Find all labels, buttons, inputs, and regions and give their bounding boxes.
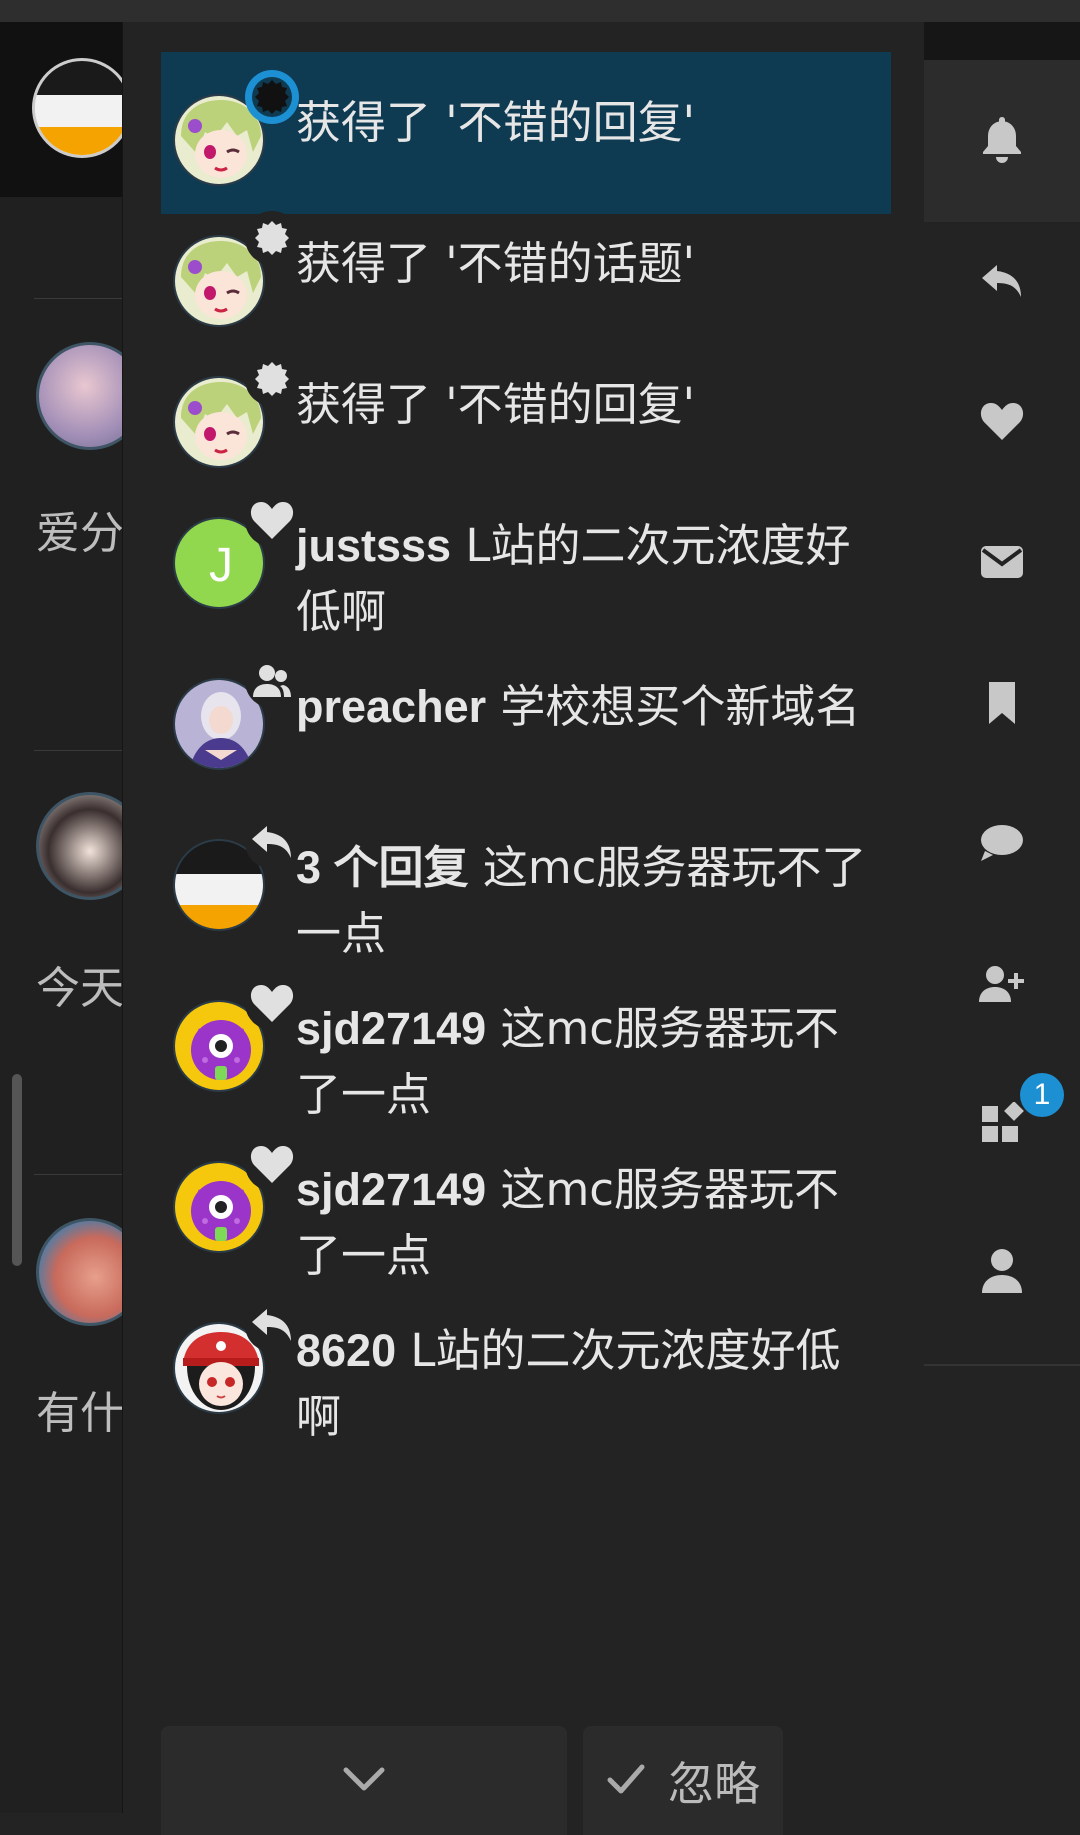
- divider: [34, 298, 122, 299]
- notification-text: sjd27149 这mc服务器玩不了一点: [296, 1157, 876, 1289]
- notification-title: 学校想买个新域名: [500, 680, 861, 733]
- notification-text: justsss L站的二次元浓度好低啊: [296, 513, 876, 645]
- reply-icon: [245, 1298, 299, 1352]
- notification-user: sjd27149: [296, 1164, 487, 1215]
- check-icon: [606, 1762, 646, 1800]
- badge-certificate-icon: [245, 352, 299, 406]
- bookmark-icon: [985, 680, 1019, 730]
- topic-snippet[interactable]: 爱分: [36, 497, 122, 561]
- user-icon: [980, 1248, 1024, 1298]
- notification-user: justsss: [296, 520, 452, 571]
- notification-item[interactable]: sjd27149 这mc服务器玩不了一点: [161, 1119, 891, 1282]
- heart-icon: [979, 400, 1025, 446]
- rail-user-plus-tab[interactable]: [924, 905, 1080, 1067]
- rail-reply-tab[interactable]: [924, 202, 1080, 364]
- avatar-wrapper: [173, 815, 299, 931]
- heart-icon: [245, 1137, 299, 1191]
- rail-heart-tab[interactable]: [924, 342, 1080, 504]
- dismiss-button[interactable]: 忽略: [583, 1726, 783, 1835]
- notification-title: 获得了 '不错的回复': [296, 378, 696, 431]
- rail-bell-tab[interactable]: [924, 60, 1080, 222]
- badge-certificate-icon: [245, 211, 299, 265]
- notification-text: sjd27149 这mc服务器玩不了一点: [296, 996, 876, 1128]
- rail-widgets-tab[interactable]: 1: [924, 1045, 1080, 1207]
- notification-title: 获得了 '不错的话题': [296, 237, 696, 290]
- notification-type-rail: 1: [924, 22, 1080, 1813]
- widgets-icon: [980, 1101, 1024, 1150]
- notification-item[interactable]: 获得了 '不错的回复': [161, 52, 891, 214]
- notification-text: 3 个回复 这mc服务器玩不了一点: [296, 835, 876, 967]
- avatar[interactable]: [36, 342, 122, 450]
- rail-header: [924, 22, 1080, 60]
- dismiss-label: 忽略: [668, 1756, 760, 1811]
- topic-snippet[interactable]: 有什: [36, 1377, 122, 1441]
- scrollbar[interactable]: [12, 1074, 22, 1266]
- notification-text: 8620 L站的二次元浓度好低啊: [296, 1318, 876, 1450]
- reply-icon: [245, 815, 299, 869]
- heart-icon: [245, 493, 299, 547]
- rail-envelope-tab[interactable]: [924, 483, 1080, 645]
- notification-user: 3 个回复: [296, 842, 469, 893]
- notification-item[interactable]: preacher 学校想买个新域名: [161, 636, 891, 798]
- notification-user: sjd27149: [296, 1003, 487, 1054]
- divider: [924, 1364, 1080, 1366]
- notification-user: preacher: [296, 681, 487, 732]
- avatar-wrapper: [173, 1298, 299, 1414]
- notification-text: 获得了 '不错的话题': [296, 231, 876, 297]
- topic-snippet[interactable]: 今天: [36, 952, 122, 1016]
- avatar-wrapper: [173, 976, 299, 1092]
- heart-icon: [245, 976, 299, 1030]
- badge-certificate-icon: [245, 70, 299, 124]
- avatar-wrapper: [173, 70, 299, 186]
- bell-icon: [980, 115, 1024, 167]
- comment-icon: [979, 823, 1025, 867]
- notification-item[interactable]: 3 个回复 这mc服务器玩不了一点: [161, 797, 891, 960]
- notification-item[interactable]: 获得了 '不错的回复': [161, 334, 891, 496]
- notification-item[interactable]: 8620 L站的二次元浓度好低啊: [161, 1280, 891, 1443]
- users-icon: [245, 654, 299, 708]
- notification-item[interactable]: sjd27149 这mc服务器玩不了一点: [161, 958, 891, 1121]
- notification-panel: 获得了 '不错的回复' 获得了 '不错的话题' 获得了 '不错的回复' Jjustss…: [122, 22, 926, 1835]
- avatar-wrapper: [173, 1137, 299, 1253]
- divider: [34, 1174, 122, 1175]
- site-header: [0, 22, 122, 197]
- notification-item[interactable]: 获得了 '不错的话题': [161, 193, 891, 355]
- site-logo[interactable]: [32, 58, 122, 158]
- avatar[interactable]: [36, 792, 122, 900]
- avatar-wrapper: [173, 352, 299, 468]
- avatar-wrapper: [173, 211, 299, 327]
- chevron-down-icon: [341, 1764, 387, 1798]
- avatar-wrapper: J: [173, 493, 299, 609]
- more-notifications-button[interactable]: [161, 1726, 567, 1835]
- avatar[interactable]: [36, 1218, 122, 1326]
- notification-text: preacher 学校想买个新域名: [296, 674, 876, 740]
- svg-text:J: J: [209, 539, 233, 592]
- count-badge: 1: [1020, 1073, 1064, 1117]
- notification-item[interactable]: Jjustsss L站的二次元浓度好低啊: [161, 475, 891, 638]
- notification-text: 获得了 '不错的回复': [296, 90, 876, 156]
- avatar-wrapper: [173, 654, 299, 770]
- top-bar: [0, 0, 1080, 22]
- notification-title: 获得了 '不错的回复': [296, 96, 696, 149]
- user-plus-icon: [978, 964, 1026, 1008]
- notification-text: 获得了 '不错的回复': [296, 372, 876, 438]
- rail-bookmark-tab[interactable]: [924, 624, 1080, 786]
- reply-icon: [979, 261, 1025, 305]
- notification-user: 8620: [296, 1325, 397, 1376]
- divider: [34, 750, 122, 751]
- topic-feed: 爱分 今天 有什: [0, 22, 122, 1813]
- rail-comment-tab[interactable]: [924, 764, 1080, 926]
- rail-user-tab[interactable]: [924, 1192, 1080, 1354]
- envelope-icon: [979, 544, 1025, 584]
